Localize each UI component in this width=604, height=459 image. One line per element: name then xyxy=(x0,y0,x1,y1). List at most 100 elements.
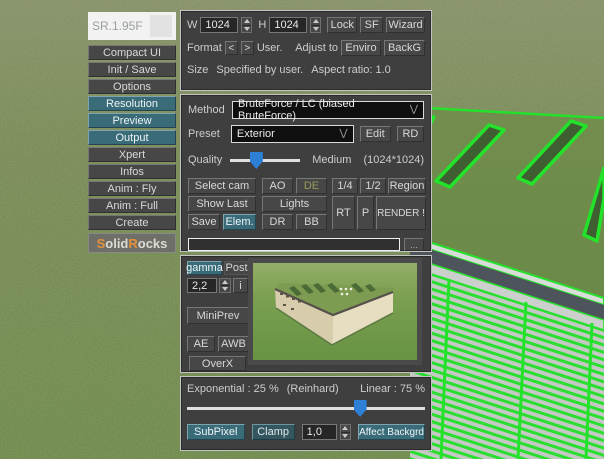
title-blank-swatch xyxy=(150,15,172,37)
lock-button[interactable]: Lock xyxy=(327,17,358,33)
output-path-input[interactable] xyxy=(188,238,400,251)
height-input[interactable]: 1024 xyxy=(269,17,308,33)
logo-letter-s: S xyxy=(96,235,106,251)
quality-value: Medium xyxy=(312,154,352,166)
burn-slider[interactable] xyxy=(187,399,425,417)
spinner-up-icon[interactable] xyxy=(220,279,230,286)
sidebar-item-create[interactable]: Create xyxy=(88,215,176,230)
solidrocks-sidebar: SR.1.95F Compact UI Init / Save Options … xyxy=(88,12,176,253)
viewport: SR.1.95F Compact UI Init / Save Options … xyxy=(0,0,604,459)
browse-button[interactable]: ... xyxy=(404,238,424,251)
save-button[interactable]: Save xyxy=(188,214,220,230)
lights-button[interactable]: Lights xyxy=(262,196,327,212)
chevron-down-icon: ⋁ xyxy=(409,104,418,115)
half-res-button[interactable]: 1/2 xyxy=(360,178,386,194)
clamp-spinner[interactable] xyxy=(339,424,352,440)
sidebar-item-infos[interactable]: Infos xyxy=(88,164,176,179)
format-value: User. xyxy=(256,42,283,54)
width-spinner[interactable] xyxy=(241,17,253,33)
sidebar-item-xpert[interactable]: Xpert xyxy=(88,147,176,162)
p-button[interactable]: P xyxy=(357,196,374,230)
quality-resolution: (1024*1024) xyxy=(363,154,424,166)
sf-button[interactable]: SF xyxy=(360,17,384,33)
sidebar-item-anim-fly[interactable]: Anim : Fly xyxy=(88,181,176,196)
reinhard-label: (Reinhard) xyxy=(286,383,339,395)
quarter-res-button[interactable]: 1/4 xyxy=(332,178,358,194)
info-button[interactable]: i xyxy=(233,278,248,293)
method-label: Method xyxy=(188,104,225,116)
sidebar-item-compact-ui[interactable]: Compact UI xyxy=(88,45,176,60)
preview-controls: gamma Post 2,2 i MiniPrev AE AWB OverX xyxy=(186,261,249,371)
logo-letter-r: R xyxy=(128,235,138,251)
awb-button[interactable]: AWB xyxy=(218,336,249,352)
spinner-up-icon[interactable] xyxy=(311,18,321,26)
format-next-button[interactable]: > xyxy=(240,41,254,55)
miniprev-button[interactable]: MiniPrev xyxy=(187,307,249,324)
spinner-down-icon[interactable] xyxy=(242,25,252,32)
overx-button[interactable]: OverX xyxy=(189,356,246,371)
enviro-button[interactable]: Enviro xyxy=(341,40,381,56)
sidebar-item-output[interactable]: Output xyxy=(88,130,176,145)
sidebar-item-options[interactable]: Options xyxy=(88,79,176,94)
sidebar-item-preview[interactable]: Preview xyxy=(88,113,176,128)
height-spinner[interactable] xyxy=(310,17,322,33)
solidrocks-logo[interactable]: Solid Rocks xyxy=(88,233,176,253)
method-dropdown[interactable]: BruteForce / LC (biased BruteForce) ⋁ xyxy=(232,98,424,122)
preset-label: Preset xyxy=(188,128,220,140)
burn-slider-thumb[interactable] xyxy=(353,400,367,417)
quality-slider-thumb[interactable] xyxy=(249,152,263,169)
spinner-down-icon[interactable] xyxy=(311,25,321,32)
sidebar-item-resolution[interactable]: Resolution xyxy=(88,96,176,111)
ao-button[interactable]: AO xyxy=(262,178,293,194)
spinner-up-icon[interactable] xyxy=(242,18,252,26)
gamma-spinner[interactable] xyxy=(219,278,231,293)
width-input[interactable]: 1024 xyxy=(200,17,239,33)
quality-slider-track[interactable] xyxy=(230,159,301,162)
affect-backgrd-button[interactable]: Affect Backgrd xyxy=(358,424,425,440)
chevron-down-icon: ⋁ xyxy=(339,128,348,139)
spinner-down-icon[interactable] xyxy=(340,432,351,439)
linear-label: Linear : 75 % xyxy=(360,383,425,395)
region-button[interactable]: Region xyxy=(388,178,426,194)
rt-button[interactable]: RT xyxy=(332,196,355,230)
size-label: Size xyxy=(187,64,209,76)
subpixel-button[interactable]: SubPixel xyxy=(187,424,245,440)
clamp-button[interactable]: Clamp xyxy=(251,424,295,440)
plugin-title-bar: SR.1.95F xyxy=(88,12,176,40)
format-prev-button[interactable]: < xyxy=(224,41,238,55)
wizard-button[interactable]: Wizard xyxy=(386,17,426,33)
height-label: H xyxy=(258,19,267,31)
de-button[interactable]: DE xyxy=(296,178,327,194)
logo-ocks: ocks xyxy=(137,235,168,251)
resolution-panel: W 1024 H 1024 Lock SF Wizard Format < > … xyxy=(180,10,432,91)
clamp-value-input[interactable]: 1,0 xyxy=(301,424,337,440)
aspect-ratio-value: Aspect ratio: 1.0 xyxy=(311,64,391,76)
dr-button[interactable]: DR xyxy=(262,214,293,230)
adjust-to-label: Adjust to xyxy=(295,42,338,54)
sidebar-item-init-save[interactable]: Init / Save xyxy=(88,62,176,77)
ae-button[interactable]: AE xyxy=(187,336,215,352)
show-last-button[interactable]: Show Last xyxy=(188,196,256,212)
spinner-up-icon[interactable] xyxy=(340,425,351,433)
gamma-value-input[interactable]: 2,2 xyxy=(187,278,217,293)
edit-button[interactable]: Edit xyxy=(359,126,391,142)
preset-dropdown[interactable]: Exterior ⋁ xyxy=(230,125,354,143)
preset-value: Exterior xyxy=(236,128,275,140)
post-tab[interactable]: Post xyxy=(224,261,249,275)
width-label: W xyxy=(187,19,198,31)
sidebar-item-anim-full[interactable]: Anim : Full xyxy=(88,198,176,213)
render-buttons: Select cam Show Last Save Elem. AO DE Li… xyxy=(188,178,426,231)
gamma-tab[interactable]: gamma xyxy=(186,261,223,275)
quality-slider[interactable] xyxy=(230,151,301,169)
format-label: Format xyxy=(187,42,222,54)
burn-slider-track[interactable] xyxy=(187,407,425,410)
backg-button[interactable]: BackG xyxy=(384,40,425,56)
exponential-label: Exponential : 25 % xyxy=(187,383,279,395)
bb-button[interactable]: BB xyxy=(296,214,327,230)
rd-button[interactable]: RD xyxy=(396,126,425,142)
spinner-down-icon[interactable] xyxy=(220,286,230,292)
select-cam-button[interactable]: Select cam xyxy=(188,178,256,194)
render-preview-image[interactable] xyxy=(253,263,417,360)
render-button[interactable]: RENDER ! xyxy=(376,196,426,230)
elem-button[interactable]: Elem. xyxy=(223,214,256,230)
